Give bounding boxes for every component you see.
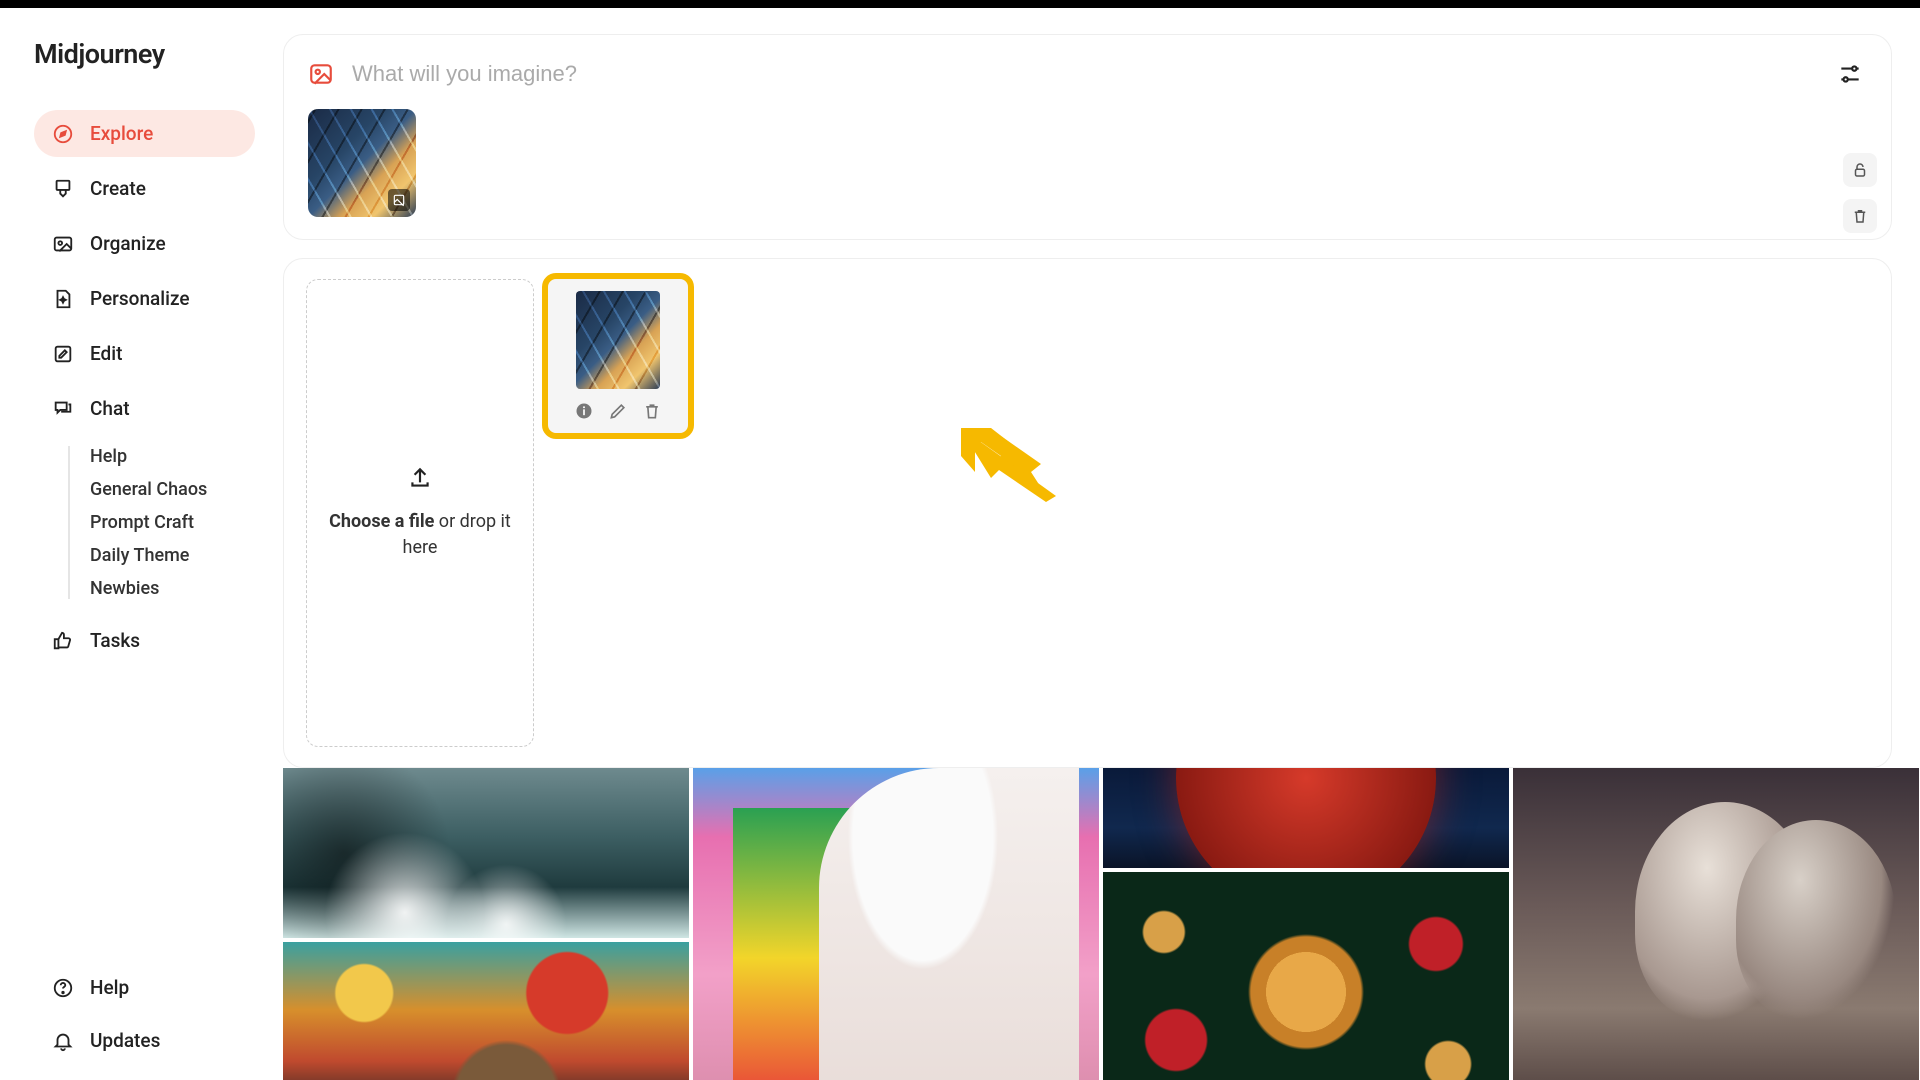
delete-attachment-button[interactable] <box>1843 199 1877 233</box>
sidebar-item-chat[interactable]: Chat <box>34 385 255 432</box>
prompt-card <box>283 34 1892 240</box>
chat-icon <box>52 398 74 420</box>
sidebar-item-label: Chat <box>90 397 130 420</box>
main-content: Choose a file or drop it here <box>275 8 1920 1080</box>
sidebar-item-label: Edit <box>90 342 122 365</box>
chat-subnav: Help General Chaos Prompt Craft Daily Th… <box>68 446 255 599</box>
compass-icon <box>52 123 74 145</box>
sparkle-doc-icon <box>52 288 74 310</box>
sidebar-nav: Explore Create Organize Personalize <box>34 110 255 664</box>
sidebar-item-label: Explore <box>90 122 153 145</box>
dropzone-text: Choose a file or drop it here <box>327 509 513 561</box>
sidebar-item-explore[interactable]: Explore <box>34 110 255 157</box>
image-type-badge-icon <box>388 189 410 211</box>
trash-icon[interactable] <box>642 401 662 421</box>
footer-label: Updates <box>90 1029 160 1052</box>
brand-logo[interactable]: Midjourney <box>34 38 255 70</box>
gallery-column <box>693 768 1099 1080</box>
uploaded-image-card[interactable] <box>548 279 688 433</box>
chat-sub-newbies[interactable]: Newbies <box>90 578 255 599</box>
image-input-icon[interactable] <box>308 61 334 87</box>
sidebar-item-edit[interactable]: Edit <box>34 330 255 377</box>
chat-sub-general-chaos[interactable]: General Chaos <box>90 479 255 500</box>
explore-gallery <box>283 768 1892 1080</box>
bell-icon <box>52 1030 74 1052</box>
sidebar-item-tasks[interactable]: Tasks <box>34 617 255 664</box>
sidebar-item-label: Create <box>90 177 146 200</box>
attached-image-thumbnail[interactable] <box>308 109 416 217</box>
upload-icon <box>407 465 433 491</box>
sidebar-item-label: Personalize <box>90 287 190 310</box>
chat-sub-daily-theme[interactable]: Daily Theme <box>90 545 255 566</box>
prompt-row <box>308 57 1867 91</box>
info-icon[interactable] <box>574 401 594 421</box>
sidebar: Midjourney Explore Create Organize <box>0 8 275 1080</box>
sidebar-item-organize[interactable]: Organize <box>34 220 255 267</box>
gallery-column <box>1513 768 1919 1080</box>
sidebar-item-label: Tasks <box>90 629 140 652</box>
brush-icon <box>52 178 74 200</box>
window-top-bar <box>0 0 1920 8</box>
unlock-button[interactable] <box>1843 153 1877 187</box>
edit-icon <box>52 343 74 365</box>
gallery-tile[interactable] <box>283 942 689 1080</box>
attached-thumbnails <box>308 109 1867 217</box>
uploaded-image-preview <box>576 291 660 389</box>
sidebar-item-personalize[interactable]: Personalize <box>34 275 255 322</box>
footer-help[interactable]: Help <box>34 968 255 1007</box>
gallery-tile[interactable] <box>1513 768 1919 1080</box>
chat-sub-prompt-craft[interactable]: Prompt Craft <box>90 512 255 533</box>
sidebar-item-label: Organize <box>90 232 166 255</box>
gallery-tile[interactable] <box>693 768 1099 1080</box>
prompt-input[interactable] <box>352 61 1815 87</box>
gallery-tile[interactable] <box>1103 768 1509 868</box>
settings-sliders-icon[interactable] <box>1833 57 1867 91</box>
app-root: Midjourney Explore Create Organize <box>0 8 1920 1080</box>
footer-label: Help <box>90 976 129 999</box>
thumbs-up-icon <box>52 630 74 652</box>
chat-sub-help[interactable]: Help <box>90 446 255 467</box>
image-icon <box>52 233 74 255</box>
sidebar-item-create[interactable]: Create <box>34 165 255 212</box>
gallery-column <box>283 768 689 1080</box>
sidebar-footer: Help Updates <box>34 968 255 1060</box>
gallery-tile[interactable] <box>1103 872 1509 1080</box>
pencil-icon[interactable] <box>608 401 628 421</box>
gallery-column <box>1103 768 1509 1080</box>
prompt-side-actions <box>1843 153 1877 233</box>
footer-updates[interactable]: Updates <box>34 1021 255 1060</box>
upload-panel: Choose a file or drop it here <box>283 258 1892 768</box>
uploaded-image-actions <box>558 401 678 421</box>
dropzone-text-bold: Choose a file <box>329 511 434 532</box>
file-dropzone[interactable]: Choose a file or drop it here <box>306 279 534 747</box>
gallery-tile[interactable] <box>283 768 689 938</box>
help-circle-icon <box>52 977 74 999</box>
